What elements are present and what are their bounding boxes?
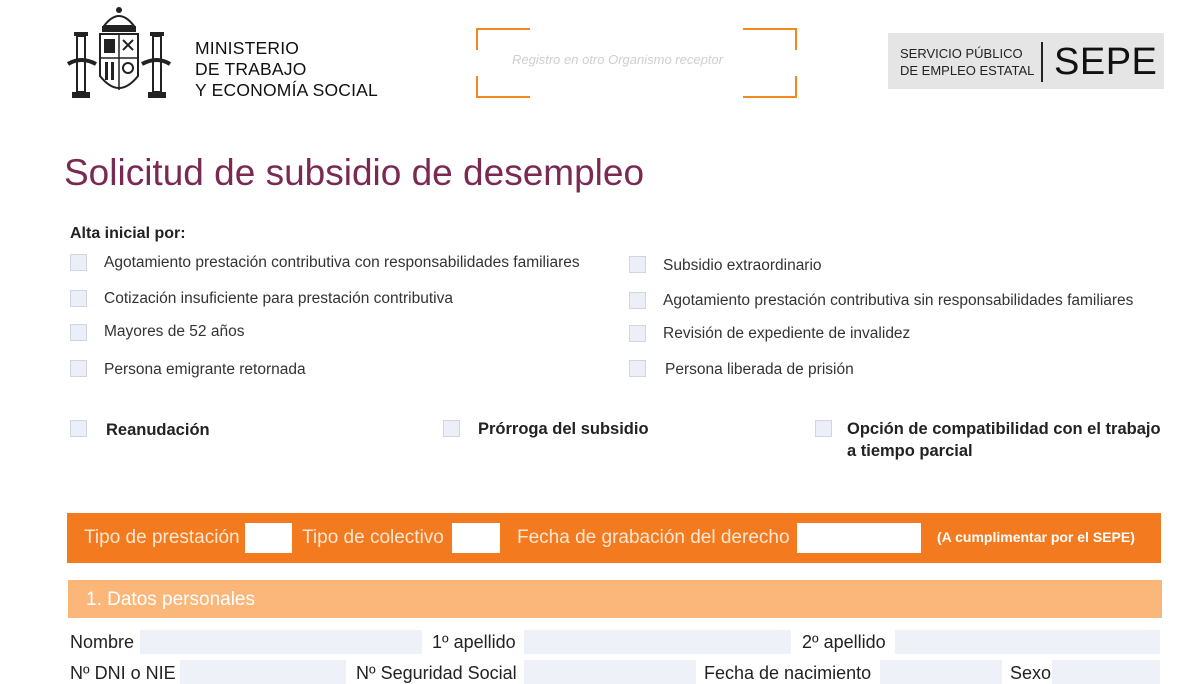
option-label: Agotamiento prestación contributiva con … (104, 254, 580, 271)
checkbox-agotamiento-sin-resp[interactable] (629, 292, 646, 309)
sepe-logo-text: SEPE (1054, 41, 1158, 83)
checkbox-mayores-52[interactable] (70, 324, 87, 341)
sexo-label: Sexo (1010, 663, 1052, 683)
nombre-label: Nombre (70, 632, 135, 652)
sepe-fullname-line-2: DE EMPLEO ESTATAL (900, 63, 1035, 78)
ministry-line-2: DE TRABAJO (195, 59, 307, 79)
dni-label: Nº DNI o NIE (70, 663, 176, 683)
option-label: Agotamiento prestación contributiva sin … (663, 292, 1134, 309)
registro-corner-bl (476, 76, 530, 98)
option-label: Persona liberada de prisión (665, 361, 854, 378)
tipo-colectivo-label: Tipo de colectivo (302, 527, 444, 548)
option-label: Cotización insuficiente para prestación … (104, 290, 453, 307)
registro-placeholder: Registro en otro Organismo receptor (512, 52, 723, 67)
option-label: Subsidio extraordinario (663, 257, 822, 274)
registro-corner-br (743, 76, 797, 98)
ministry-name: MINISTERIO DE TRABAJO Y ECONOMÍA SOCIAL (195, 38, 378, 101)
tipo-prestacion-label: Tipo de prestación (84, 527, 240, 548)
checkbox-agotamiento-con-resp[interactable] (70, 254, 87, 271)
sepe-note: (A cumplimentar por el SEPE) (937, 529, 1135, 545)
apellido1-field[interactable] (524, 630, 791, 654)
tipo-prestacion-field[interactable] (245, 523, 292, 553)
ministry-line-1: MINISTERIO (195, 38, 300, 58)
tipo-colectivo-field[interactable] (452, 523, 500, 553)
nombre-field[interactable] (140, 630, 422, 654)
checkbox-cotizacion-insuficiente[interactable] (70, 290, 87, 307)
checkbox-prorroga[interactable] (443, 420, 460, 437)
dni-field[interactable] (180, 660, 346, 684)
checkbox-emigrante-retornada[interactable] (70, 360, 87, 377)
fecha-grabacion-label: Fecha de grabación del derecho (517, 527, 790, 548)
compatibilidad-label-line-1: Opción de compatibilidad con el trabajo (847, 420, 1161, 438)
option-label: Mayores de 52 años (104, 323, 245, 340)
section-title: 1. Datos personales (86, 589, 255, 610)
ministry-line-3: Y ECONOMÍA SOCIAL (195, 80, 378, 100)
apellido2-label: 2º apellido (802, 632, 886, 652)
fecha-grabacion-field[interactable] (797, 523, 921, 553)
option-label: Persona emigrante retornada (104, 361, 306, 378)
sepe-fullname: SERVICIO PÚBLICO DE EMPLEO ESTATAL (900, 45, 1034, 79)
nss-label: Nº Seguridad Social (356, 663, 517, 683)
sepe-fullname-line-1: SERVICIO PÚBLICO (900, 46, 1023, 61)
reanudacion-label: Reanudación (106, 421, 210, 439)
checkbox-liberada-prision[interactable] (629, 360, 646, 377)
compatibilidad-label-line-2: a tiempo parcial (847, 442, 973, 460)
sexo-field[interactable] (1052, 660, 1160, 684)
coat-of-arms-icon (66, 7, 172, 98)
alta-inicial-label: Alta inicial por: (70, 225, 186, 242)
checkbox-revision-invalidez[interactable] (629, 325, 646, 342)
option-label: Revisión de expediente de invalidez (663, 325, 911, 342)
sepe-divider (1041, 42, 1043, 82)
checkbox-compatibilidad[interactable] (815, 420, 832, 437)
fecha-nacimiento-label: Fecha de nacimiento (704, 663, 872, 683)
page-title: Solicitud de subsidio de desempleo (64, 152, 645, 193)
registro-corner-tl (476, 28, 530, 50)
checkbox-subsidio-extraordinario[interactable] (629, 256, 646, 273)
apellido2-field[interactable] (895, 630, 1160, 654)
checkbox-reanudacion[interactable] (70, 420, 87, 437)
apellido1-label: 1º apellido (432, 632, 516, 652)
registro-corner-tr (743, 28, 797, 50)
prorroga-label: Prórroga del subsidio (478, 420, 649, 438)
fecha-nacimiento-field[interactable] (880, 660, 1002, 684)
nss-field[interactable] (524, 660, 696, 684)
